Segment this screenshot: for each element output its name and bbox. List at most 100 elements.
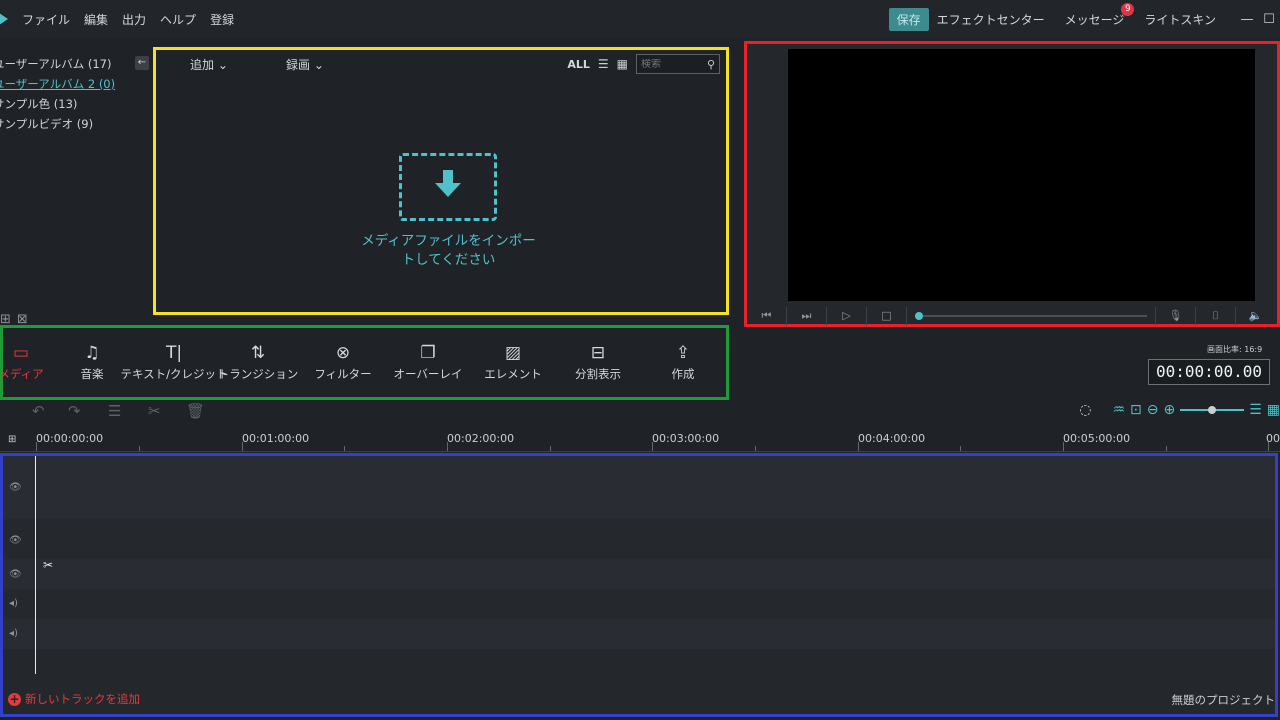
play-icon[interactable]: ▷ <box>827 307 867 325</box>
zoom-in-icon[interactable]: ⊕ <box>1163 402 1175 418</box>
ruler-tick <box>652 442 653 451</box>
filter-icon: ⊗ <box>335 343 351 363</box>
ruler-tick <box>1268 442 1269 451</box>
tab-elements[interactable]: ▨ エレメント <box>483 328 543 382</box>
feature-tabs: ▭ メディア ♫ 音楽 T| テキスト/クレジット ⇅ トランジション ⊗ フィ… <box>0 325 729 400</box>
delete-icon[interactable]: 🗑 <box>186 402 205 420</box>
scissors-icon[interactable]: ✂ <box>43 558 53 572</box>
split-icon: ⊟ <box>590 343 606 363</box>
playhead[interactable] <box>35 456 36 674</box>
album-item-active[interactable]: ユーザーアルバム 2 (0) <box>0 74 150 94</box>
collapse-arrow-icon[interactable]: ← <box>135 56 149 70</box>
ruler-label: 00:05:00:00 <box>1063 432 1131 445</box>
prev-frame-icon[interactable]: ⏭ <box>787 307 827 325</box>
album-item[interactable]: サンプル色 (13) <box>0 94 150 114</box>
record-dropdown[interactable]: 録画 ⌄ <box>286 56 324 73</box>
overlay-icon: ❐ <box>420 343 436 363</box>
zoom-knob[interactable] <box>1208 406 1217 414</box>
track-list-icon[interactable]: ☰ <box>1249 402 1262 418</box>
eye-icon[interactable]: 👁 <box>9 535 22 546</box>
import-drop-zone[interactable] <box>399 153 497 221</box>
audio-mixer-icon[interactable]: ♒ <box>1112 402 1125 418</box>
transition-icon: ⇅ <box>250 343 266 363</box>
snap-icon[interactable]: ⊞ <box>8 434 16 445</box>
video-track-row[interactable]: 👁 <box>3 456 1275 519</box>
tab-text-credits[interactable]: T| テキスト/クレジット <box>120 328 227 382</box>
list-view-icon[interactable]: ☰ <box>598 57 609 71</box>
skip-start-icon[interactable]: ⏮ <box>747 307 787 325</box>
album-item[interactable]: ユーザーアルバム (17) <box>0 54 150 74</box>
eye-icon[interactable]: 👁 <box>9 569 22 580</box>
tab-transitions[interactable]: ⇅ トランジション <box>203 328 313 382</box>
speaker-icon[interactable]: ◂) <box>9 598 18 609</box>
menu-help[interactable]: ヘルプ <box>160 11 196 28</box>
redo-icon[interactable]: ↷ <box>68 402 81 420</box>
import-arrow-icon <box>435 170 461 200</box>
menu-export[interactable]: 出力 <box>122 11 146 28</box>
ruler-tick <box>447 442 448 451</box>
effect-center-link[interactable]: エフェクトセンター <box>937 11 1045 28</box>
audio-track-row[interactable]: ◂) <box>3 619 1275 649</box>
menu-register[interactable]: 登録 <box>210 11 234 28</box>
grid-layout-icon[interactable]: ▦ <box>1267 402 1280 418</box>
zoom-tools: ◌ ♒ ⊡ ⊖ ⊕ ☰ ▦ <box>1079 402 1280 418</box>
menubar-right: 保存 エフェクトセンター メッセージ 9 ライトスキン — ☐ <box>888 0 1280 38</box>
filter-all-button[interactable]: ALL <box>567 58 590 71</box>
add-dropdown[interactable]: 追加 ⌄ <box>190 56 228 73</box>
adjust-icon[interactable]: ☰ <box>108 402 121 420</box>
tab-split-screen[interactable]: ⊟ 分割表示 <box>543 328 653 382</box>
grid-view-icon[interactable]: ▦ <box>617 57 628 71</box>
eye-icon[interactable]: 👁 <box>9 482 22 493</box>
tab-create[interactable]: ⇪ 作成 <box>653 328 713 382</box>
messages-link[interactable]: メッセージ 9 <box>1065 2 1135 28</box>
album-item[interactable]: サンプルビデオ (9) <box>0 114 150 134</box>
playback-controls: ⏮ ⏭ ▷ □ 🎙 ⌷ 🔈 <box>747 306 1277 326</box>
light-skin-link[interactable]: ライトスキン <box>1144 11 1216 28</box>
ruler-tick <box>1063 442 1064 451</box>
search-input[interactable] <box>641 58 701 70</box>
menu-file[interactable]: ファイル <box>22 11 70 28</box>
ruler-label: 00:04:00:00 <box>858 432 926 445</box>
tab-filters[interactable]: ⊗ フィルター <box>313 328 373 382</box>
tab-label: 音楽 <box>80 367 104 381</box>
plus-icon: + <box>8 691 21 706</box>
album-list: ユーザーアルバム (17) ユーザーアルバム 2 (0) サンプル色 (13) … <box>0 40 150 330</box>
cut-icon[interactable]: ✂ <box>148 402 161 420</box>
render-preview-icon[interactable]: ◌ <box>1079 402 1091 418</box>
ruler-tick <box>36 442 37 451</box>
search-box: ⚲ <box>636 54 720 74</box>
undo-icon[interactable]: ↶ <box>32 402 45 420</box>
project-name: 無題のプロジェクト <box>1171 693 1276 707</box>
element-icon: ▨ <box>504 343 522 363</box>
timeline-tracks-panel: 👁 👁 👁 ◂) ◂) ✂ + 新しいトラックを追加 無題のプロジェクト <box>0 453 1278 717</box>
ruler-tick <box>344 446 345 451</box>
restore-button[interactable]: ☐ <box>1258 12 1280 27</box>
save-button[interactable]: 保存 <box>888 7 929 31</box>
microphone-icon[interactable]: 🎙 <box>1155 307 1195 325</box>
volume-icon[interactable]: 🔈 <box>1235 307 1275 325</box>
audio-track-row[interactable]: ◂) <box>3 589 1275 619</box>
tab-label: メディア <box>0 367 44 381</box>
progress-knob[interactable] <box>915 312 923 320</box>
timeline-ruler[interactable]: ⊞ 00:00:00:00 00:01:00:00 00:02:00:00 00… <box>0 428 1280 452</box>
menu-edit[interactable]: 編集 <box>84 11 108 28</box>
aspect-ratio-label[interactable]: 画面比率: 16:9 <box>1207 344 1262 355</box>
video-track-row[interactable]: 👁 <box>3 519 1275 559</box>
add-track-button[interactable]: + 新しいトラックを追加 <box>8 691 140 707</box>
minimize-button[interactable]: — <box>1236 12 1258 27</box>
text-icon: T| <box>165 343 183 363</box>
speaker-icon[interactable]: ◂) <box>9 628 18 639</box>
playback-progress[interactable] <box>915 307 1147 325</box>
edit-toolbar: ↶ ↷ ☰ ✂ 🗑 ◌ ♒ ⊡ ⊖ ⊕ ☰ ▦ <box>0 400 1280 426</box>
fit-timeline-icon[interactable]: ⊡ <box>1130 402 1142 418</box>
message-count-badge: 9 <box>1121 2 1135 16</box>
snapshot-icon[interactable]: ⌷ <box>1195 307 1235 325</box>
tab-overlays[interactable]: ❐ オーバーレイ <box>373 328 483 382</box>
ruler-tick <box>242 442 243 451</box>
tab-media[interactable]: ▭ メディア <box>0 328 44 382</box>
video-track-row[interactable]: 👁 <box>3 559 1275 589</box>
stop-icon[interactable]: □ <box>867 307 907 325</box>
zoom-slider[interactable] <box>1180 403 1245 417</box>
search-icon[interactable]: ⚲ <box>707 58 715 71</box>
zoom-out-icon[interactable]: ⊖ <box>1147 402 1159 418</box>
